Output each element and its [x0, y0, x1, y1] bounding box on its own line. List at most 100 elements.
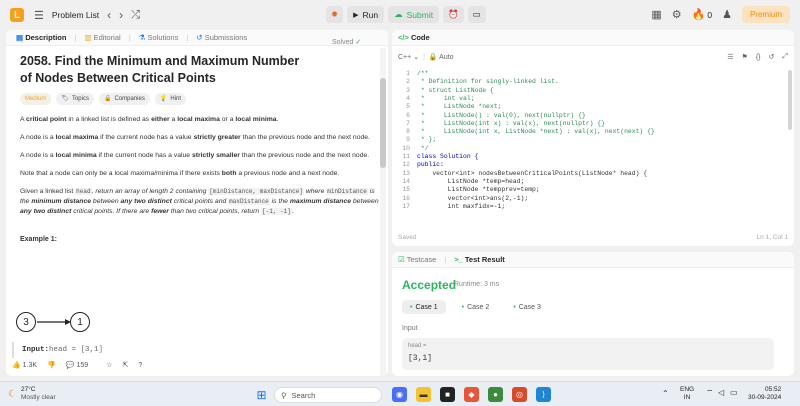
submit-button[interactable]: ☁ Submit: [388, 6, 440, 23]
comment-count: 159: [76, 362, 89, 369]
text: maximum distance: [289, 198, 352, 205]
expand-icon[interactable]: ⤢: [782, 53, 788, 61]
volume-icon[interactable]: ◁: [718, 388, 724, 397]
tab-code[interactable]: </> Code: [398, 33, 430, 42]
code-line: vector<int>ans(2,-1);: [417, 194, 529, 202]
leetcode-logo[interactable]: L: [10, 8, 24, 22]
line-number: 11: [402, 153, 410, 160]
text: than two critical points, return: [168, 208, 262, 215]
wifi-icon[interactable]: ⌔: [706, 388, 714, 398]
vscode-icon[interactable]: ⟩: [536, 387, 551, 402]
text: A node is a: [20, 152, 56, 159]
code-editor[interactable]: 1 /** 2 * Definition for singly-linked lis…: [392, 70, 794, 246]
problem-list-icon[interactable]: ☰: [34, 9, 44, 22]
debug-button[interactable]: ✹: [326, 6, 344, 23]
avatar[interactable]: ♟: [722, 8, 732, 21]
solved-badge: Solved ✓: [332, 38, 361, 46]
tab-description[interactable]: ▤ Description: [16, 33, 66, 42]
case-tabs: • Case 1 • Case 2 • Case 3: [402, 300, 549, 314]
input-label: Input: [402, 325, 418, 332]
start-windows-icon[interactable]: ⊞: [254, 387, 269, 402]
input-box: head = [3,1]: [402, 338, 774, 370]
app-icon[interactable]: ■: [440, 387, 455, 402]
case-tab-1[interactable]: • Case 1: [402, 300, 446, 314]
browser-icon[interactable]: ◎: [512, 387, 527, 402]
text: critical point: [26, 116, 67, 123]
streak-fire-icon[interactable]: 🔥: [692, 8, 706, 21]
format-icon[interactable]: ☰: [727, 53, 733, 61]
inline-code: maxDistance: [228, 198, 270, 205]
layout-grid-icon[interactable]: ▦: [651, 8, 661, 21]
prev-problem-icon[interactable]: ‹: [107, 8, 111, 22]
like-button[interactable]: 👍 1.3K: [12, 361, 37, 369]
code-line: * };: [417, 136, 437, 144]
description-scrollbar[interactable]: [380, 48, 386, 376]
topics-button[interactable]: 🏷 Topics: [56, 93, 94, 105]
bookmark-icon[interactable]: ⚑: [742, 53, 748, 61]
next-problem-icon[interactable]: ›: [119, 8, 123, 22]
scrollbar-thumb[interactable]: [380, 78, 386, 168]
brave-icon[interactable]: ◆: [464, 387, 479, 402]
timer-button[interactable]: ⏰: [443, 6, 464, 23]
language-indicator[interactable]: ENG IN: [680, 386, 694, 402]
problem-list-link[interactable]: Problem List: [52, 10, 99, 20]
run-button[interactable]: ▶ Run: [347, 6, 385, 23]
submit-label: Submit: [406, 9, 434, 20]
case-label: Case 1: [415, 303, 438, 311]
favorite-star-icon[interactable]: ☆: [106, 361, 112, 369]
search-icon: ⚲: [281, 390, 287, 400]
dislike-button[interactable]: 👎: [47, 361, 56, 369]
battery-icon[interactable]: ▭: [730, 388, 738, 397]
auto-label: Auto: [439, 54, 454, 61]
text: a previous node and a next node.: [236, 170, 340, 177]
chrome-icon[interactable]: ●: [488, 387, 503, 402]
code-line: */: [417, 144, 429, 152]
text: if the current node has a value: [96, 152, 192, 159]
list-node: 1: [70, 312, 90, 332]
list-node: 3: [16, 312, 36, 332]
line-number: 16: [402, 194, 410, 202]
tab-test-result[interactable]: >_ Test Result: [454, 255, 505, 264]
clock[interactable]: 05:52 30-09-2024: [748, 386, 781, 402]
weather-widget[interactable]: ☾ 27°C Mostly clear: [8, 386, 56, 402]
comments-button[interactable]: 💬 159: [66, 361, 88, 369]
hint-button[interactable]: 💡 Hint: [154, 93, 186, 105]
file-explorer-icon[interactable]: ▬: [416, 387, 431, 402]
reset-icon[interactable]: ↺: [769, 53, 775, 61]
notes-button[interactable]: ▭: [467, 6, 486, 23]
line-number: 1: [406, 70, 410, 77]
line-number: 17: [402, 202, 410, 210]
difficulty-badge: Medium: [20, 93, 52, 105]
tab-solutions[interactable]: ⚗ Solutions: [139, 33, 179, 42]
premium-button[interactable]: Premium: [741, 6, 790, 23]
companies-button[interactable]: 🔒 Companies: [98, 93, 150, 105]
braces-icon[interactable]: {}: [756, 54, 761, 61]
settings-gear-icon[interactable]: ⚙: [672, 8, 682, 21]
tray-chevron-up-icon[interactable]: ⌃: [662, 389, 669, 398]
tab-testcase[interactable]: ☑ Testcase: [398, 255, 436, 264]
tag-icon: 🏷: [61, 96, 69, 102]
divider: |: [423, 53, 425, 61]
text: any two distinct: [20, 208, 72, 215]
line-number: 9: [406, 136, 410, 144]
taskbar-search[interactable]: ⚲ Search: [274, 387, 382, 403]
bug-icon: ✹: [331, 9, 339, 19]
thumbs-down-icon: 👎: [47, 362, 56, 369]
case-tab-2[interactable]: • Case 2: [454, 300, 498, 314]
tab-submissions[interactable]: ↺ Submissions: [196, 33, 247, 42]
windows-taskbar: ☾ 27°C Mostly clear ⊞ ⚲ Search ◉ ▬ ■ ◆ ● …: [0, 381, 800, 406]
code-scrollbar[interactable]: [788, 70, 792, 130]
line-number: 4: [406, 94, 410, 102]
text: both: [221, 170, 237, 177]
case-tab-3[interactable]: • Case 3: [505, 300, 549, 314]
tab-editorial[interactable]: ▥ Editorial: [84, 33, 120, 42]
auto-mode[interactable]: 🔒 Auto: [429, 53, 454, 61]
language-select[interactable]: C++ ⌄: [398, 53, 419, 61]
text: local maxima: [55, 134, 99, 141]
share-icon[interactable]: ⇱: [122, 361, 128, 369]
shuffle-icon[interactable]: ⤮: [131, 9, 140, 22]
language-code: ENG: [680, 386, 695, 393]
text: critical points and: [171, 198, 229, 205]
help-icon[interactable]: ?: [138, 362, 142, 369]
colorful-app-icon[interactable]: ◉: [392, 387, 407, 402]
